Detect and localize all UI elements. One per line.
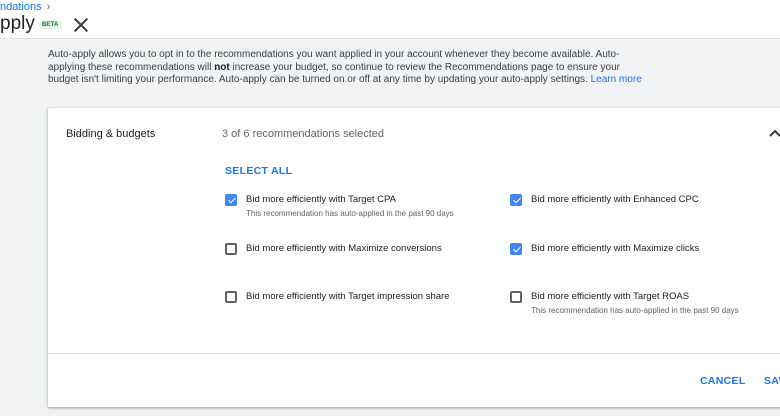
recommendation-item[interactable]: Bid more efficiently with Target ROAS Th…	[510, 291, 739, 316]
recommendation-label: Bid more efficiently with Enhanced CPC	[531, 194, 699, 205]
page-header: ndations › pply BETA	[0, 0, 780, 39]
recommendation-item[interactable]: Bid more efficiently with Maximize click…	[510, 243, 699, 255]
chevron-up-icon[interactable]	[768, 128, 780, 140]
checkbox[interactable]	[510, 291, 522, 303]
learn-more-link[interactable]: Learn more	[591, 74, 642, 85]
recommendation-item[interactable]: Bid more efficiently with Enhanced CPC	[510, 194, 699, 206]
title-row: pply BETA	[0, 13, 88, 35]
recommendation-label: Bid more efficiently with Maximize conve…	[246, 243, 442, 254]
breadcrumb: ndations ›	[0, 1, 50, 13]
divider	[48, 353, 780, 354]
recommendation-label: Bid more efficiently with Maximize click…	[531, 243, 700, 254]
checkbox[interactable]	[225, 194, 237, 206]
selected-count: 3 of 6 recommendations selected	[222, 128, 385, 140]
intro-text-bold: not	[214, 61, 230, 73]
select-all-button[interactable]: SELECT ALL	[225, 165, 292, 177]
beta-badge: BETA	[38, 21, 62, 29]
intro-description: Auto-apply allows you to opt in to the r…	[48, 49, 648, 87]
checkbox[interactable]	[510, 194, 522, 206]
recommendation-item[interactable]: Bid more efficiently with Maximize conve…	[225, 243, 442, 255]
checkbox[interactable]	[225, 291, 237, 303]
bidding-budgets-card: Bidding & budgets 3 of 6 recommendations…	[48, 108, 780, 407]
breadcrumb-link-recommendations[interactable]: ndations	[0, 1, 42, 13]
recommendation-label: Bid more efficiently with Target CPA	[246, 194, 396, 205]
recommendation-item[interactable]: Bid more efficiently with Target impress…	[225, 291, 449, 303]
close-icon[interactable]	[74, 18, 88, 32]
checkbox[interactable]	[510, 243, 522, 255]
cancel-button[interactable]: CANCEL	[700, 375, 746, 387]
page-title: pply	[0, 13, 35, 34]
recommendation-label: Bid more efficiently with Target ROAS	[531, 291, 690, 302]
recommendation-label: Bid more efficiently with Target impress…	[246, 291, 450, 302]
recommendation-item[interactable]: Bid more efficiently with Target CPA Thi…	[225, 194, 454, 219]
chevron-right-icon: ›	[46, 1, 51, 13]
recommendation-note: This recommendation has auto-applied in …	[531, 306, 739, 315]
recommendation-note: This recommendation has auto-applied in …	[246, 209, 454, 218]
checkbox[interactable]	[225, 243, 237, 255]
section-title: Bidding & budgets	[66, 128, 156, 140]
save-button[interactable]: SAV	[764, 375, 780, 387]
